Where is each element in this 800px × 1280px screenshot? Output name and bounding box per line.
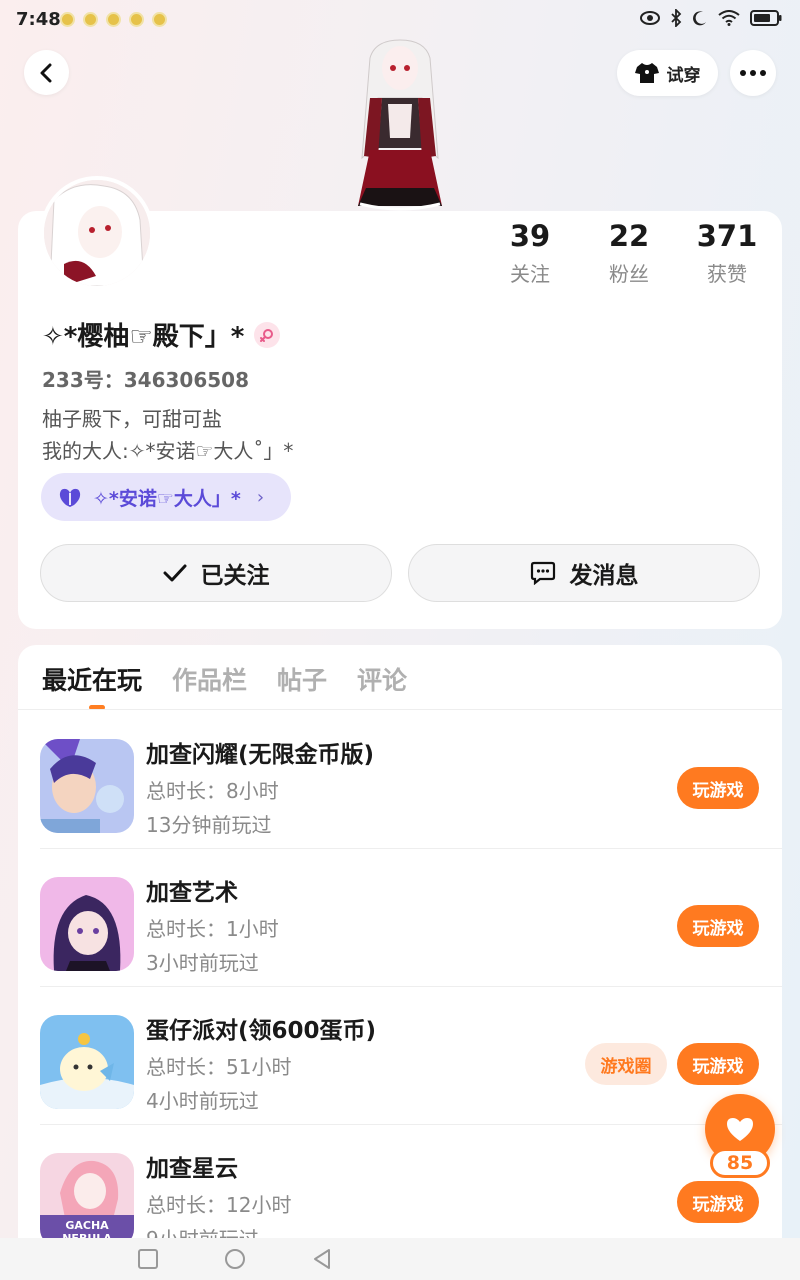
tab-works[interactable]: 作品栏 bbox=[172, 661, 247, 697]
profile-tabs: 最近在玩 作品栏 帖子 评论 bbox=[42, 661, 407, 697]
tab-recently-played[interactable]: 最近在玩 bbox=[42, 661, 142, 697]
game-icon-text: GACHA bbox=[65, 1219, 109, 1232]
following-button[interactable]: 已关注 bbox=[40, 544, 392, 602]
game-row[interactable]: 加查艺术 总时长：1小时 3小时前玩过 玩游戏 bbox=[18, 849, 782, 987]
game-last-played: 13分钟前玩过 bbox=[146, 813, 272, 837]
female-icon bbox=[254, 321, 281, 348]
game-duration: 总时长：51小时 bbox=[146, 1055, 292, 1079]
game-last-played: 3小时前玩过 bbox=[146, 951, 259, 975]
bio-line: 我的大人:✧*安诺☞大人˚」* bbox=[42, 439, 294, 463]
eye-icon bbox=[640, 11, 660, 25]
moon-icon bbox=[693, 11, 706, 26]
stat-label: 关注 bbox=[510, 262, 550, 286]
partner-name: ✧*安诺☞大人」* bbox=[93, 487, 241, 510]
game-icon bbox=[40, 877, 134, 971]
game-duration: 总时长：12小时 bbox=[146, 1193, 292, 1217]
stat-likes[interactable]: 371 获赞 bbox=[677, 218, 777, 287]
dressed-character-image bbox=[358, 39, 442, 211]
game-title: 蛋仔派对(领600蛋币) bbox=[146, 1018, 377, 1044]
profile-avatar[interactable] bbox=[40, 176, 154, 290]
game-icon: GACHA NEBULA bbox=[40, 1153, 134, 1245]
check-icon bbox=[163, 564, 186, 582]
back-button[interactable] bbox=[24, 50, 69, 95]
chevron-right-icon: › bbox=[256, 486, 265, 508]
home-icon[interactable] bbox=[224, 1248, 246, 1270]
play-game-button[interactable]: 玩游戏 bbox=[677, 1043, 759, 1085]
play-game-button[interactable]: 玩游戏 bbox=[677, 905, 759, 947]
like-count: 85 bbox=[710, 1148, 770, 1178]
notification-icon bbox=[106, 12, 121, 27]
shirt-icon bbox=[634, 63, 659, 83]
more-button[interactable] bbox=[730, 50, 776, 96]
try-on-button[interactable]: 试穿 bbox=[617, 50, 718, 96]
following-label: 已关注 bbox=[200, 563, 270, 589]
game-row[interactable]: 蛋仔派对(领600蛋币) 总时长：51小时 4小时前玩过 游戏圈 玩游戏 bbox=[18, 987, 782, 1125]
nickname-row: ✧*樱柚☞殿下」* bbox=[42, 316, 281, 353]
game-icon bbox=[40, 1015, 134, 1109]
status-indicators bbox=[640, 9, 782, 27]
system-nav-bar bbox=[0, 1238, 800, 1280]
stat-following[interactable]: 39 关注 bbox=[480, 218, 580, 287]
partner-link[interactable]: ✧*安诺☞大人」* › bbox=[41, 473, 291, 521]
tab-comments[interactable]: 评论 bbox=[357, 661, 407, 697]
game-icon bbox=[40, 739, 134, 833]
notification-icons bbox=[60, 12, 167, 27]
send-message-button[interactable]: 发消息 bbox=[408, 544, 760, 602]
back-nav-icon[interactable] bbox=[311, 1248, 333, 1270]
stat-value: 22 bbox=[608, 219, 650, 253]
send-message-label: 发消息 bbox=[569, 563, 639, 589]
status-time: 7:48 bbox=[16, 9, 61, 30]
stat-followers[interactable]: 22 粉丝 bbox=[579, 218, 679, 287]
game-title: 加查闪耀(无限金币版) bbox=[146, 742, 375, 768]
wifi-icon bbox=[718, 10, 740, 26]
game-last-played: 4小时前玩过 bbox=[146, 1089, 259, 1113]
recent-apps-icon[interactable] bbox=[137, 1248, 159, 1270]
avatar-image bbox=[44, 180, 150, 286]
notification-icon bbox=[83, 12, 98, 27]
play-game-button[interactable]: 玩游戏 bbox=[677, 767, 759, 809]
user-id: 233号：346306508 bbox=[42, 368, 249, 392]
couple-heart-icon bbox=[59, 488, 81, 507]
game-duration: 总时长：1小时 bbox=[146, 917, 279, 941]
play-game-button[interactable]: 玩游戏 bbox=[677, 1181, 759, 1223]
notification-icon bbox=[60, 12, 75, 27]
bio-line: 柚子殿下，可甜可盐 bbox=[42, 407, 222, 431]
game-title: 加查艺术 bbox=[146, 880, 238, 906]
notification-icon bbox=[129, 12, 144, 27]
stat-label: 粉丝 bbox=[609, 262, 649, 286]
chat-bubble-icon bbox=[530, 561, 555, 585]
tab-posts[interactable]: 帖子 bbox=[277, 661, 327, 697]
status-bar: 7:48 bbox=[0, 0, 800, 40]
stat-value: 39 bbox=[509, 219, 551, 253]
tab-divider bbox=[18, 709, 782, 710]
more-dots-icon bbox=[740, 70, 766, 76]
battery-icon bbox=[750, 10, 782, 26]
game-row[interactable]: GACHA NEBULA 加查星云 总时长：12小时 9小时前玩过 玩游戏 bbox=[18, 1125, 782, 1245]
nickname: ✧*樱柚☞殿下」* bbox=[42, 322, 245, 352]
game-row[interactable]: 加查闪耀(无限金币版) 总时长：8小时 13分钟前玩过 玩游戏 bbox=[18, 711, 782, 849]
heart-icon bbox=[727, 1118, 753, 1141]
chevron-left-icon bbox=[40, 63, 51, 82]
try-on-label: 试穿 bbox=[666, 65, 701, 86]
notification-icon bbox=[152, 12, 167, 27]
stat-value: 371 bbox=[696, 219, 758, 253]
stat-label: 获赞 bbox=[707, 262, 747, 286]
bluetooth-icon bbox=[671, 9, 682, 27]
profile-stats: 39 关注 22 粉丝 371 获赞 bbox=[480, 218, 780, 288]
game-title: 加查星云 bbox=[146, 1156, 238, 1182]
content-card: 最近在玩 作品栏 帖子 评论 加查闪耀(无限金币版) 总时长：8小时 13分钟前… bbox=[18, 645, 782, 1245]
game-duration: 总时长：8小时 bbox=[146, 779, 279, 803]
game-circle-button[interactable]: 游戏圈 bbox=[585, 1043, 667, 1085]
